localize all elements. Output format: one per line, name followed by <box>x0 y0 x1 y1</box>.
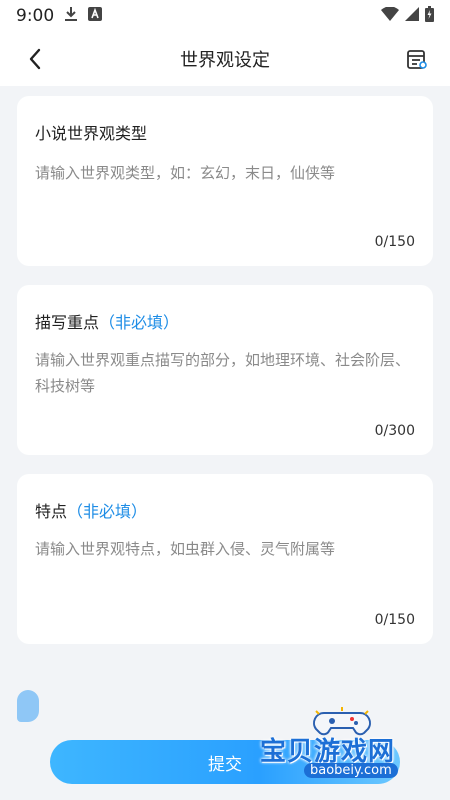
wifi-icon <box>381 6 399 26</box>
features-input[interactable]: 请输入世界观特点，如虫群入侵、灵气附属等 <box>35 536 415 562</box>
history-button[interactable] <box>402 44 432 74</box>
optional-tag: （非必填） <box>67 502 148 521</box>
app-bar: 世界观设定 <box>0 32 450 86</box>
download-icon <box>64 6 78 27</box>
submit-button[interactable]: 提交 <box>50 740 400 784</box>
optional-tag: （非必填） <box>99 313 180 332</box>
battery-icon <box>425 5 434 27</box>
document-list-icon <box>407 50 427 69</box>
card-description-focus: 描写重点（非必填） 请输入世界观重点描写的部分，如地理环境、社会阶层、科技树等 … <box>17 285 433 455</box>
card-features: 特点（非必填） 请输入世界观特点，如虫群入侵、灵气附属等 0/150 <box>17 474 433 644</box>
signal-icon <box>405 6 419 26</box>
floating-assistant-handle[interactable] <box>17 690 39 722</box>
description-focus-input[interactable]: 请输入世界观重点描写的部分，如地理环境、社会阶层、科技树等 <box>35 347 415 399</box>
status-time: 9:00 <box>16 6 55 26</box>
card-label: 描写重点（非必填） <box>35 313 180 332</box>
card-world-type: 小说世界观类型 请输入世界观类型，如：玄幻，末日，仙侠等 0/150 <box>17 96 433 266</box>
gamepad-icon <box>313 707 371 736</box>
page-title: 世界观设定 <box>180 50 270 71</box>
back-button[interactable] <box>20 44 50 74</box>
status-bar: 9:00 <box>0 0 450 32</box>
card-label: 特点（非必填） <box>35 502 148 521</box>
chevron-left-icon <box>29 48 41 70</box>
char-counter: 0/150 <box>374 234 415 250</box>
world-type-input[interactable]: 请输入世界观类型，如：玄幻，末日，仙侠等 <box>35 160 415 186</box>
a-icon <box>88 6 103 26</box>
card-label: 小说世界观类型 <box>35 124 148 143</box>
char-counter: 0/150 <box>374 612 415 628</box>
char-counter: 0/300 <box>374 423 415 439</box>
